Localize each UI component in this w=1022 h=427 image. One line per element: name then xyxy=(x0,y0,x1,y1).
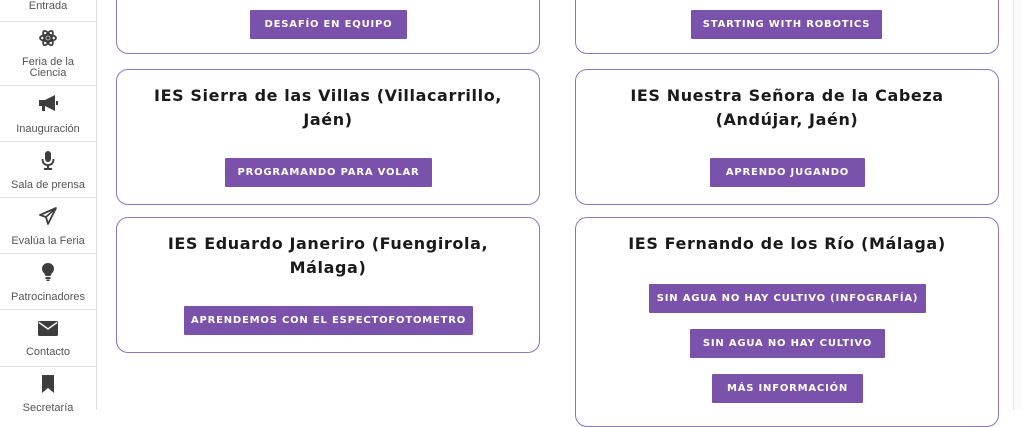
school-name: IES Fernando de los Río (Málaga) xyxy=(576,232,998,256)
sidebar-item-label: Secretaría xyxy=(22,402,74,414)
sidebar-item-feria-de-la-ciencia[interactable]: Feria de la Ciencia xyxy=(0,22,96,86)
lightbulb-icon xyxy=(0,262,96,282)
bookmark-icon xyxy=(0,374,96,394)
school-name-line: IES Fernando de los Río (Málaga) xyxy=(628,234,946,253)
paper-plane-icon xyxy=(0,206,96,226)
school-name-line: Málaga) xyxy=(289,258,367,277)
more-info-button[interactable]: MÁS INFORMACIÓN xyxy=(712,374,863,403)
school-name-line: Jaén) xyxy=(303,110,353,129)
sidebar-item-patrocinadores[interactable]: Patrocinadores xyxy=(0,254,96,310)
page-scrollbar[interactable] xyxy=(1013,0,1022,410)
school-name: IES Sierra de las Villas (Villacarrillo,… xyxy=(117,84,539,132)
project-button[interactable]: STARTING WITH ROBOTICS xyxy=(691,10,882,39)
sidebar-nav: Entrada Feria de la Ciencia Inauguración xyxy=(0,0,97,414)
project-button[interactable]: PROGRAMANDO PARA VOLAR xyxy=(225,158,432,187)
school-name-line: IES Eduardo Janeriro (Fuengirola, xyxy=(167,234,489,253)
envelope-icon xyxy=(0,321,96,336)
project-button[interactable]: DESAFÍO EN EQUIPO xyxy=(250,10,407,39)
school-name-line: IES Sierra de las Villas (Villacarrillo, xyxy=(154,86,502,105)
sidebar-item-label: Contacto xyxy=(25,346,71,358)
sidebar-item-label: Sala de prensa xyxy=(11,179,85,191)
sidebar-item-label: Inauguración xyxy=(16,123,80,135)
project-card: DESAFÍO EN EQUIPO xyxy=(116,0,540,54)
atom-icon xyxy=(0,29,96,47)
sidebar-item-label: Evalúa la Feria xyxy=(11,235,85,247)
project-card: IES Fernando de los Río (Málaga) SIN AGU… xyxy=(575,217,999,427)
sidebar-item-label: Entrada xyxy=(28,0,68,12)
school-name-line: IES Nuestra Señora de la Cabeza xyxy=(630,86,944,105)
project-card: STARTING WITH ROBOTICS xyxy=(575,0,999,54)
school-name-line: (Andújar, Jaén) xyxy=(715,110,859,129)
project-card: IES Sierra de las Villas (Villacarrillo,… xyxy=(116,69,540,205)
sidebar-item-sala-de-prensa[interactable]: Sala de prensa xyxy=(0,142,96,198)
microphone-icon xyxy=(0,150,96,170)
project-card: IES Nuestra Señora de la Cabeza (Andújar… xyxy=(575,69,999,205)
sidebar-item-inauguracion[interactable]: Inauguración xyxy=(0,86,96,142)
megaphone-icon xyxy=(0,94,96,112)
sidebar-item-secretaria[interactable]: Secretaría xyxy=(0,367,96,414)
sidebar-item-label: Feria de la Ciencia xyxy=(22,56,74,79)
school-name: IES Eduardo Janeriro (Fuengirola, Málaga… xyxy=(117,232,539,280)
project-button[interactable]: APRENDEMOS CON EL ESPECTOFOTOMETRO xyxy=(184,306,473,335)
sidebar-item-evalua-la-feria[interactable]: Evalúa la Feria xyxy=(0,198,96,254)
school-name: IES Nuestra Señora de la Cabeza (Andújar… xyxy=(576,84,998,132)
project-button[interactable]: APRENDO JUGANDO xyxy=(710,158,865,187)
sidebar-item-entrada[interactable]: Entrada xyxy=(0,0,96,22)
sidebar-item-label: Patrocinadores xyxy=(11,291,85,303)
project-button[interactable]: SIN AGUA NO HAY CULTIVO (INFOGRAFÍA) xyxy=(649,284,926,313)
project-button[interactable]: SIN AGUA NO HAY CULTIVO xyxy=(690,329,885,358)
project-card: IES Eduardo Janeriro (Fuengirola, Málaga… xyxy=(116,217,540,353)
sidebar-item-contacto[interactable]: Contacto xyxy=(0,310,96,367)
